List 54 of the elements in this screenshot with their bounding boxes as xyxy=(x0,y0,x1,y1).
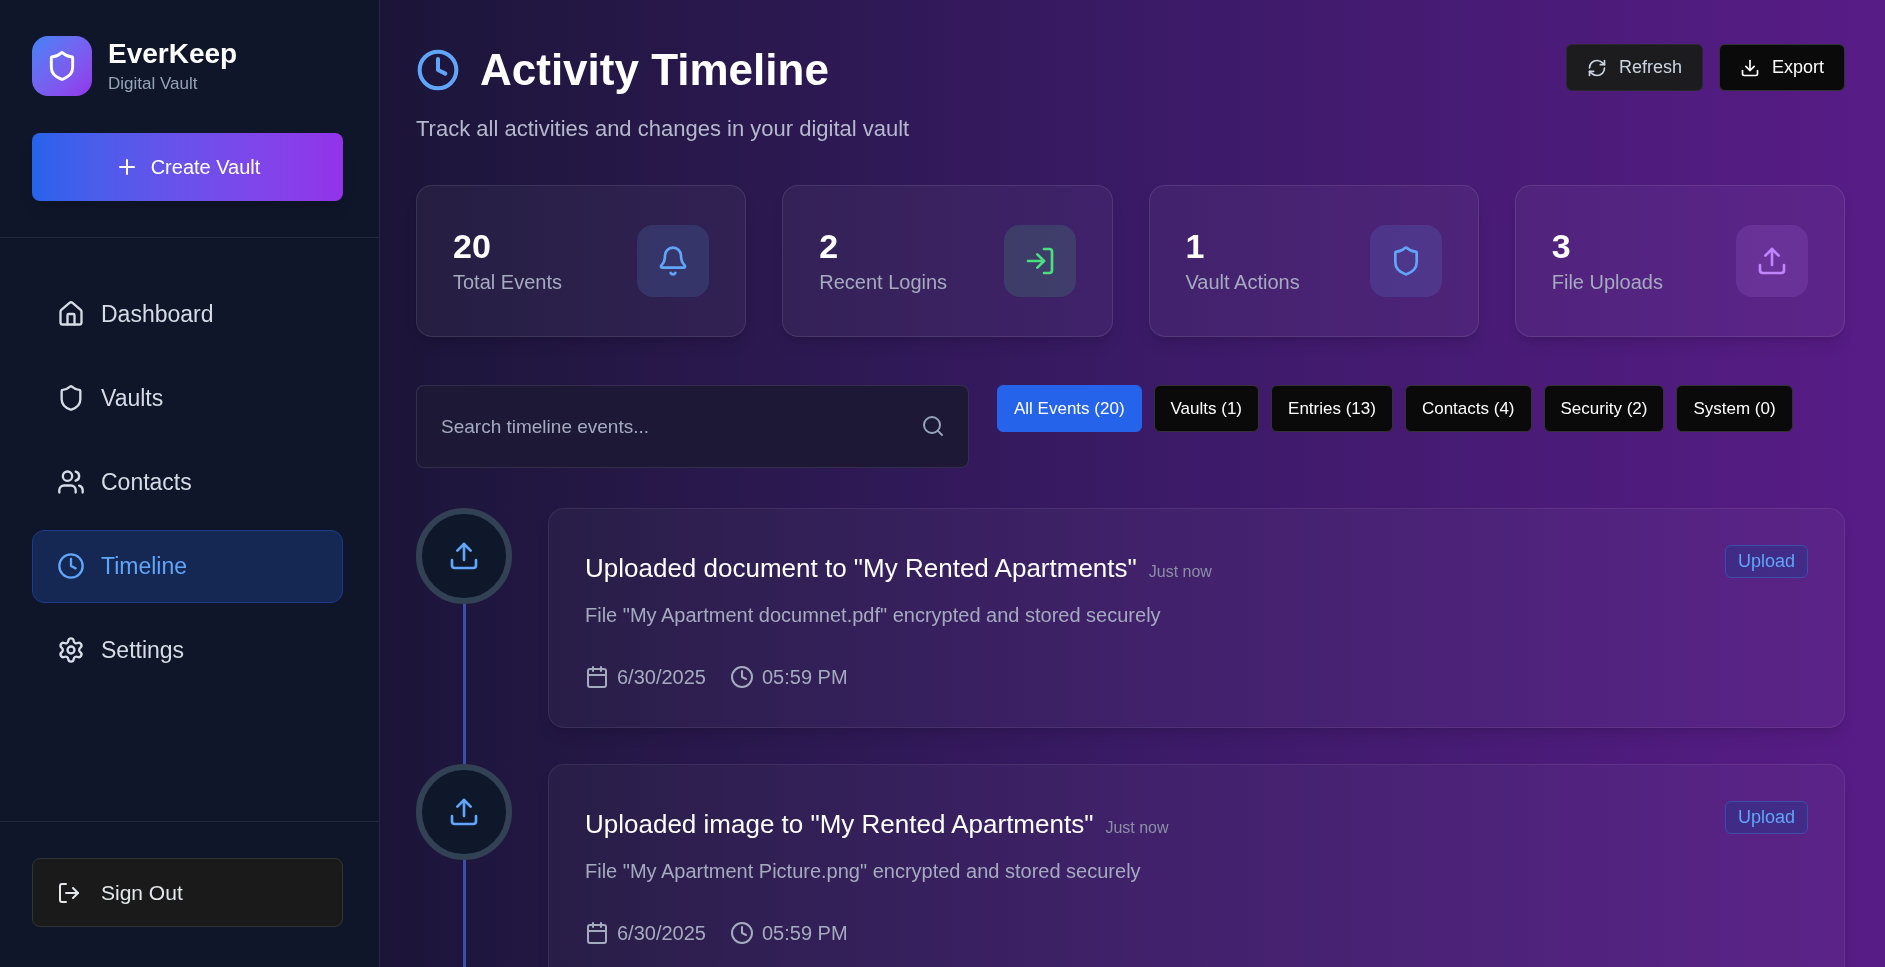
shield-logo-icon xyxy=(32,36,92,97)
sidebar-nav-item[interactable]: Dashboard xyxy=(32,277,343,351)
stat-label: Total Events xyxy=(453,270,562,296)
brand-tagline: Digital Vault xyxy=(108,73,199,95)
clock-icon xyxy=(730,665,754,689)
refresh-button[interactable]: Refresh xyxy=(1565,44,1703,91)
filter-chip[interactable]: All Events (20) xyxy=(997,385,1142,432)
event-type-badge: Upload xyxy=(1724,801,1808,834)
refresh-icon xyxy=(1586,57,1607,78)
search-icon xyxy=(921,414,945,438)
filter-chip[interactable]: System (0) xyxy=(1676,385,1793,432)
export-button[interactable]: Export xyxy=(1718,44,1845,91)
page-title: Activity Timeline xyxy=(480,48,829,92)
brand-name: EverKeep xyxy=(108,37,238,71)
clock-icon xyxy=(416,48,460,92)
sign-out-button[interactable]: Sign Out xyxy=(32,858,343,927)
filter-chip[interactable]: Entries (13) xyxy=(1271,385,1393,432)
house-icon xyxy=(57,300,85,328)
sign-out-icon xyxy=(57,880,81,905)
users-icon xyxy=(57,468,85,496)
stat-label: File Uploads xyxy=(1551,270,1663,296)
stat-label: Recent Logins xyxy=(819,270,948,296)
event-date: 6/30/2025 xyxy=(617,665,706,690)
stat-value: 3 xyxy=(1551,225,1572,267)
stat-value: 20 xyxy=(453,225,492,267)
settings-icon xyxy=(57,636,85,664)
page-subtitle: Track all activities and changes in your digital vault xyxy=(416,115,910,143)
search-field[interactable]: Search timeline events... xyxy=(416,385,969,468)
event-title: Uploaded image to "My Rented Apartments" xyxy=(585,808,1094,841)
sidebar-nav-item[interactable]: Timeline xyxy=(32,529,343,603)
event-type-badge: Upload xyxy=(1724,545,1808,578)
calendar-icon xyxy=(585,921,609,945)
filter-chip[interactable]: Contacts (4) xyxy=(1404,385,1532,432)
clock-icon xyxy=(730,921,754,945)
sidebar-nav-item[interactable]: Settings xyxy=(32,613,343,687)
sidebar-nav-item[interactable]: Contacts xyxy=(32,445,343,519)
download-icon xyxy=(1739,57,1760,78)
event-description: File "My Apartment documnet.pdf" encrypted and stored securely xyxy=(585,603,1162,628)
event-time: 05:59 PM xyxy=(762,921,848,946)
filter-chip[interactable]: Security (2) xyxy=(1543,385,1665,432)
filter-chip[interactable]: Vaults (1) xyxy=(1153,385,1260,432)
clock-icon xyxy=(57,552,85,580)
event-time-ago: Just now xyxy=(1105,818,1169,838)
calendar-icon xyxy=(585,665,609,689)
stat-value: 2 xyxy=(819,225,840,267)
sidebar-nav-item[interactable]: Vaults xyxy=(32,361,343,435)
event-description: File "My Apartment Picture.png" encrypted and stored securely xyxy=(585,859,1142,884)
event-time-ago: Just now xyxy=(1148,562,1212,582)
event-time: 05:59 PM xyxy=(762,665,848,690)
event-date: 6/30/2025 xyxy=(617,921,706,946)
stat-value: 1 xyxy=(1185,225,1206,267)
stat-label: Vault Actions xyxy=(1185,270,1300,296)
event-title: Uploaded document to "My Rented Apartments" xyxy=(585,552,1137,585)
create-vault-button[interactable]: Create Vault xyxy=(32,132,343,201)
